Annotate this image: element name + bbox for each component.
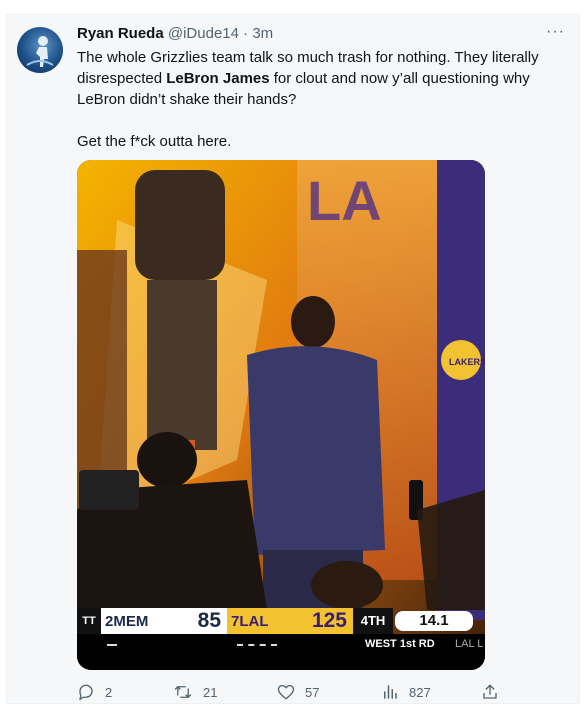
tweet-paragraph-2: Get the f*ck outta here.: [77, 133, 232, 150]
more-options-icon[interactable]: ···: [546, 23, 565, 41]
like-count: 57: [305, 684, 320, 700]
home-team-box: 7LAL 125: [227, 608, 353, 634]
avatar[interactable]: [17, 27, 63, 73]
banner-letters: LA: [307, 169, 382, 232]
heart-icon: [277, 684, 295, 700]
game-clock: 14.1: [395, 611, 473, 631]
away-team: 2MEM: [105, 613, 148, 630]
header-separator: ·: [238, 25, 253, 42]
retweet-icon: [174, 686, 192, 698]
author-handle[interactable]: @iDude14: [168, 25, 239, 42]
tweet-card[interactable]: Ryan Rueda @iDude14 · 3m ··· The whole G…: [6, 14, 580, 704]
tweet-media[interactable]: LA LAKERS TT 2MEM 85 7LAL 125 4TH 14.1 W…: [77, 160, 485, 670]
tweet-actions: 2 21 57 827: [77, 683, 497, 703]
reply-button[interactable]: 2: [77, 683, 112, 701]
analytics-icon: [384, 685, 397, 699]
tweet-header: Ryan Rueda @iDude14 · 3m: [77, 25, 273, 42]
network-logo: TT: [77, 608, 101, 634]
like-button[interactable]: 57: [277, 683, 319, 701]
scoreboard-subbar: WEST 1st RD LAL L: [77, 634, 485, 656]
away-fouls-indicator: [107, 644, 117, 646]
view-count: 827: [409, 684, 431, 700]
away-team-abbr: MEM: [113, 612, 149, 630]
home-team: 7LAL: [231, 613, 269, 630]
tweet-paragraph-1: The whole Grizzlies team talk so much tr…: [77, 47, 567, 110]
series-tag: LAL L: [455, 638, 484, 650]
media-photo: LA LAKERS: [77, 160, 485, 670]
scoreboard: TT 2MEM 85 7LAL 125 4TH 14.1: [77, 608, 485, 634]
series-label: WEST 1st RD: [365, 638, 435, 650]
avatar-figure-icon: [26, 36, 54, 67]
share-button[interactable]: [481, 683, 499, 701]
tweet-time[interactable]: 3m: [252, 25, 273, 42]
retweet-button[interactable]: 21: [173, 683, 217, 701]
reply-icon: [79, 684, 93, 701]
floor-logo-text: LAKERS: [449, 357, 485, 367]
away-team-box: 2MEM 85: [101, 608, 227, 634]
home-fouls-indicator: [237, 644, 277, 646]
home-team-abbr: LAL: [239, 612, 269, 630]
views-button[interactable]: 827: [381, 683, 431, 701]
away-score: 85: [197, 609, 221, 632]
game-period: 4TH: [353, 608, 393, 634]
tweet-text-bold: LeBron James: [166, 70, 270, 87]
author-name[interactable]: Ryan Rueda: [77, 25, 164, 42]
share-icon: [483, 684, 497, 699]
reply-count: 2: [105, 684, 113, 700]
tweet-text: The whole Grizzlies team talk so much tr…: [77, 47, 567, 173]
retweet-count: 21: [203, 684, 218, 700]
home-score: 125: [311, 609, 347, 632]
